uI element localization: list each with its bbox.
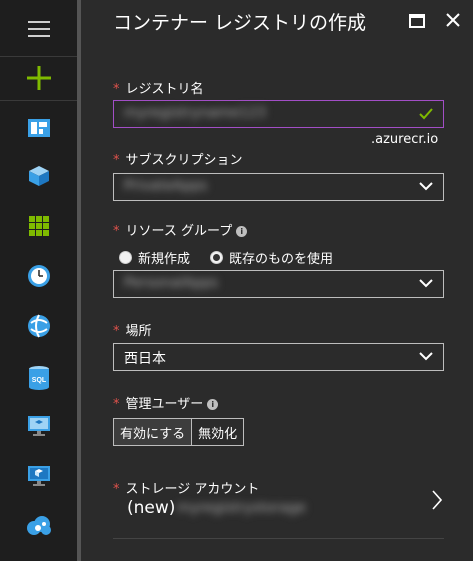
service-fabric-button[interactable] <box>0 502 77 550</box>
vm-icon <box>27 416 50 436</box>
virtual-machines-button[interactable] <box>0 402 77 450</box>
plus-icon <box>26 66 51 90</box>
cube-icon <box>28 166 49 186</box>
radio-unchecked-icon <box>119 251 132 264</box>
resource-group-value: PersonalApps <box>124 275 219 291</box>
chevron-down-icon <box>419 279 433 288</box>
registry-name-input[interactable]: myregistryname123 <box>113 100 444 128</box>
all-resources-button[interactable] <box>0 202 77 250</box>
resource-group-select[interactable]: PersonalApps <box>113 270 444 298</box>
globe-icon <box>27 314 50 338</box>
rail-divider <box>0 56 77 57</box>
required-marker: * <box>113 397 120 412</box>
sql-icon: SQL <box>28 366 49 390</box>
storage-account-selector[interactable]: * ストレージ アカウント (new) myregistrystorage <box>113 476 444 526</box>
menu-icon <box>27 21 50 37</box>
registry-name-label-text: レジストリ名 <box>125 82 204 97</box>
location-label-text: 場所 <box>125 324 152 339</box>
chevron-down-icon <box>419 352 433 361</box>
storage-account-label-text: ストレージ アカウント <box>125 482 260 497</box>
subscription-value: PrivateApps <box>124 178 208 194</box>
storage-new-prefix: (new) <box>127 498 176 518</box>
close-icon <box>446 13 460 27</box>
recent-button[interactable] <box>0 252 77 300</box>
clock-icon <box>27 265 50 287</box>
chevron-right-icon <box>432 490 442 510</box>
required-marker: * <box>113 482 120 497</box>
radio-checked-icon <box>210 251 224 264</box>
location-label: * 場所 <box>113 320 152 339</box>
divider <box>113 538 444 539</box>
dashboard-button[interactable] <box>0 104 77 152</box>
sql-label: SQL <box>31 377 46 384</box>
cloud-services-button[interactable] <box>0 452 77 500</box>
resource-group-mode: 新規作成 既存のものを使用 <box>119 248 353 267</box>
subscription-label: * サブスクリプション <box>113 149 243 168</box>
required-marker: * <box>113 153 120 168</box>
grid-icon <box>28 216 49 236</box>
registry-name-value: myregistryname123 <box>124 105 267 121</box>
maximize-button[interactable] <box>406 10 428 32</box>
blade-title: コンテナー レジストリの作成 <box>113 12 367 34</box>
info-icon[interactable]: i <box>236 226 248 237</box>
maximize-icon <box>409 14 425 28</box>
admin-user-label: * 管理ユーザー i <box>113 393 219 412</box>
chevron-down-icon <box>419 182 433 191</box>
app-services-button[interactable] <box>0 302 77 350</box>
required-marker: * <box>113 224 120 239</box>
registry-name-label: * レジストリ名 <box>113 78 204 97</box>
admin-disable-button[interactable]: 無効化 <box>192 419 243 445</box>
storage-account-value: myregistrystorage <box>177 500 306 516</box>
radio-use-existing[interactable]: 既存のものを使用 <box>210 248 333 267</box>
admin-enable-button[interactable]: 有効にする <box>114 419 193 445</box>
resource-group-label-text: リソース グループ <box>125 224 233 239</box>
new-resource-button[interactable] <box>0 62 77 94</box>
resource-groups-button[interactable] <box>0 152 77 200</box>
location-select[interactable]: 西日本 <box>113 343 444 371</box>
dashboard-icon <box>27 119 50 137</box>
monitor-cube-icon <box>27 466 50 486</box>
admin-user-label-text: 管理ユーザー <box>125 397 204 412</box>
cloud-gear-icon <box>26 516 51 535</box>
admin-user-toggle: 有効にする 無効化 <box>113 418 245 446</box>
radio-use-existing-label: 既存のものを使用 <box>229 252 334 267</box>
registry-domain-suffix: .azurecr.io <box>371 132 439 147</box>
location-value: 西日本 <box>124 351 166 367</box>
close-button[interactable] <box>441 8 465 32</box>
subscription-select[interactable]: PrivateApps <box>113 173 444 201</box>
required-marker: * <box>113 324 120 339</box>
resource-group-label: * リソース グループ i <box>113 220 248 239</box>
radio-create-new-label: 新規作成 <box>138 252 191 267</box>
radio-create-new[interactable]: 新規作成 <box>119 248 190 267</box>
create-registry-blade: コンテナー レジストリの作成 * レジストリ名 myregistryname123… <box>81 0 473 561</box>
info-icon[interactable]: i <box>207 399 219 410</box>
check-icon <box>419 108 433 120</box>
sql-databases-button[interactable]: SQL <box>0 354 77 402</box>
left-navigation-rail: SQL <box>0 0 77 561</box>
storage-account-label: * ストレージ アカウント <box>113 478 259 497</box>
required-marker: * <box>113 82 120 97</box>
rail-divider <box>0 100 77 101</box>
menu-button[interactable] <box>0 14 77 44</box>
subscription-label-text: サブスクリプション <box>125 153 243 168</box>
